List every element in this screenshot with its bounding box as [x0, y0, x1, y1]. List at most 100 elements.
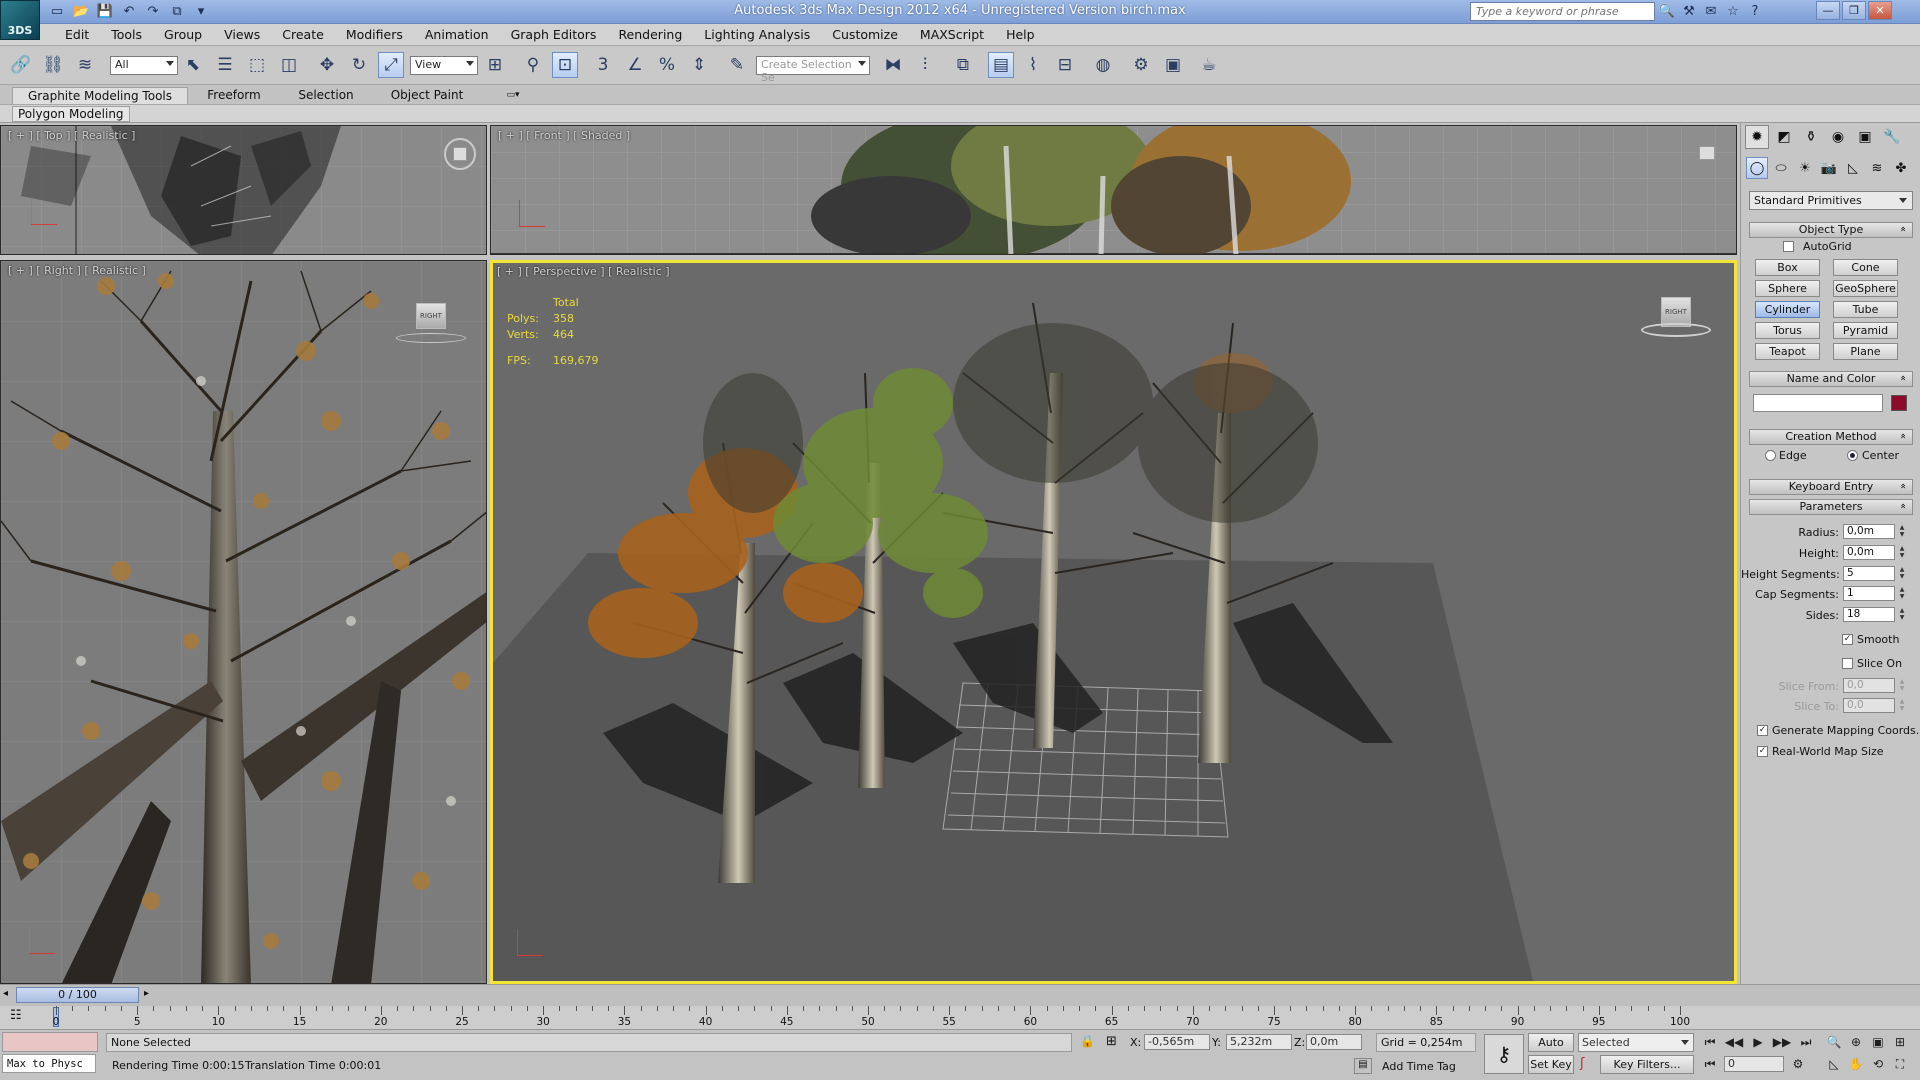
generate-mapping-checkbox[interactable]: ✓: [1757, 725, 1768, 736]
height-spinner[interactable]: ▲ ▼: [1898, 545, 1906, 560]
cone-button[interactable]: Cone: [1833, 259, 1898, 276]
default-in-out-tangent-icon[interactable]: ʃ: [1580, 1056, 1584, 1071]
curve-editor-icon[interactable]: ⌇: [1020, 52, 1046, 78]
window-crossing-icon[interactable]: ◫: [276, 52, 302, 78]
menu-animation[interactable]: Animation: [414, 27, 500, 43]
link-icon[interactable]: 🔗: [8, 52, 34, 78]
graphite-toggle-icon[interactable]: ▤: [988, 52, 1014, 78]
select-and-scale-icon[interactable]: ⤢: [378, 52, 404, 78]
viewport-top-label[interactable]: [ + ] [ Top ] [ Realistic ]: [8, 129, 135, 142]
align-icon[interactable]: ⫶: [912, 52, 938, 78]
systems-icon[interactable]: ✤: [1890, 157, 1912, 179]
new-file-icon[interactable]: ▭: [48, 2, 66, 20]
geometry-icon[interactable]: ◯: [1746, 157, 1768, 179]
object-color-swatch[interactable]: [1891, 395, 1907, 411]
current-frame-input[interactable]: 0: [1724, 1056, 1784, 1072]
height-segments-input[interactable]: 5: [1843, 566, 1895, 581]
menu-rendering[interactable]: Rendering: [607, 27, 693, 43]
communication-icon[interactable]: ✉: [1702, 2, 1720, 20]
set-key-button[interactable]: Set Key: [1528, 1055, 1574, 1074]
schematic-view-icon[interactable]: ⊟: [1052, 52, 1078, 78]
rectangular-selection-icon[interactable]: ⬚: [244, 52, 270, 78]
real-world-map-size-checkbox[interactable]: ✓: [1757, 746, 1768, 757]
motion-tab-icon[interactable]: ◉: [1826, 125, 1850, 149]
shapes-icon[interactable]: ⬭: [1770, 157, 1792, 179]
autogrid-checkbox[interactable]: [1783, 241, 1794, 252]
select-object-icon[interactable]: ⬉: [180, 52, 206, 78]
viewcube[interactable]: [1699, 146, 1715, 160]
help-icon[interactable]: ?: [1746, 2, 1764, 20]
zoom-icon[interactable]: 🔍: [1824, 1033, 1844, 1051]
next-frame-icon[interactable]: ▸: [144, 988, 149, 999]
sphere-button[interactable]: Sphere: [1755, 280, 1820, 297]
viewcube[interactable]: RIGHT: [416, 303, 446, 329]
plane-button[interactable]: Plane: [1833, 343, 1898, 360]
spinner-snap-icon[interactable]: ⇕: [686, 52, 712, 78]
viewport-right[interactable]: [ + ] [ Right ] [ Realistic ] RIGHT: [0, 260, 487, 984]
smooth-checkbox[interactable]: ✓: [1842, 634, 1853, 645]
lock-icon[interactable]: 🔒: [1080, 1034, 1095, 1048]
ribbon-options-icon[interactable]: ▭▾: [500, 87, 526, 104]
key-mode-dropdown[interactable]: Selected: [1578, 1033, 1694, 1052]
field-of-view-icon[interactable]: ◺: [1824, 1055, 1844, 1073]
select-and-move-icon[interactable]: ✥: [314, 52, 340, 78]
zoom-extents-all-icon[interactable]: ⊞: [1890, 1033, 1910, 1051]
select-by-name-icon[interactable]: ☰: [212, 52, 238, 78]
viewport-perspective[interactable]: [ + ] [ Perspective ] [ Realistic ] Tota…: [490, 260, 1737, 984]
chevron-down-icon[interactable]: ▾: [192, 2, 210, 20]
pan-view-icon[interactable]: ✋: [1846, 1055, 1866, 1073]
restore-button[interactable]: ❐: [1842, 1, 1866, 20]
keyboard-entry-rollout[interactable]: Keyboard Entry: [1749, 479, 1913, 495]
layer-manager-icon[interactable]: ⧉: [950, 52, 976, 78]
primitive-type-dropdown[interactable]: Standard Primitives: [1749, 191, 1913, 210]
select-manipulate-icon[interactable]: ⚲: [520, 52, 546, 78]
render-setup-icon[interactable]: ⚙: [1128, 52, 1154, 78]
star-icon[interactable]: ☆: [1724, 2, 1742, 20]
sides-spinner[interactable]: ▲ ▼: [1898, 607, 1906, 622]
close-button[interactable]: ✕: [1868, 1, 1892, 20]
radius-input[interactable]: 0,0m: [1843, 524, 1895, 539]
previous-frame-icon[interactable]: ◂: [3, 988, 8, 999]
edge-radio[interactable]: [1765, 450, 1776, 461]
percent-snap-icon[interactable]: %: [654, 52, 680, 78]
previous-key-icon[interactable]: ◀◀: [1724, 1033, 1744, 1051]
space-warps-icon[interactable]: ≋: [1866, 157, 1888, 179]
center-radio[interactable]: [1847, 450, 1858, 461]
sides-input[interactable]: 18: [1843, 607, 1895, 622]
x-coordinate-input[interactable]: -0,565m: [1144, 1034, 1210, 1050]
material-editor-icon[interactable]: ◍: [1090, 52, 1116, 78]
absolute-mode-icon[interactable]: ⊞: [1106, 1034, 1117, 1049]
helpers-icon[interactable]: ◺: [1842, 157, 1864, 179]
display-tab-icon[interactable]: ▣: [1853, 125, 1877, 149]
bind-space-warp-icon[interactable]: ≋: [72, 52, 98, 78]
object-name-input[interactable]: [1753, 394, 1883, 412]
maximize-viewport-icon[interactable]: ⛶: [1890, 1055, 1910, 1073]
utilities-tab-icon[interactable]: 🔧: [1880, 125, 1904, 149]
tab-freeform[interactable]: Freeform: [196, 87, 272, 104]
object-type-rollout[interactable]: Object Type: [1749, 222, 1913, 238]
go-to-start-icon[interactable]: ⏮: [1700, 1033, 1720, 1051]
name-and-color-rollout[interactable]: Name and Color: [1749, 371, 1913, 387]
height-segments-spinner[interactable]: ▲ ▼: [1898, 566, 1906, 581]
maxscript-listener-pink[interactable]: [2, 1032, 98, 1052]
menu-tools[interactable]: Tools: [100, 27, 153, 43]
polygon-modeling-panel[interactable]: Polygon Modeling: [12, 106, 130, 122]
menu-maxscript[interactable]: MAXScript: [909, 27, 995, 43]
zoom-extents-icon[interactable]: ▣: [1868, 1033, 1888, 1051]
minimize-button[interactable]: —: [1816, 1, 1840, 20]
menu-help[interactable]: Help: [995, 27, 1046, 43]
project-folder-icon[interactable]: ⧉: [168, 2, 186, 20]
maxscript-mini-listener[interactable]: Max to Physc: [2, 1054, 96, 1073]
subscription-icon[interactable]: ⚒: [1680, 2, 1698, 20]
render-production-icon[interactable]: ☕: [1196, 52, 1222, 78]
save-file-icon[interactable]: 💾: [96, 2, 114, 20]
cap-segments-input[interactable]: 1: [1843, 586, 1895, 601]
viewport-perspective-label[interactable]: [ + ] [ Perspective ] [ Realistic ]: [497, 265, 670, 278]
slice-from-input[interactable]: 0,0: [1843, 678, 1895, 693]
redo-icon[interactable]: ↷: [144, 2, 162, 20]
reference-coordinate-dropdown[interactable]: View: [410, 56, 478, 75]
binoculars-icon[interactable]: 🔍: [1658, 2, 1676, 20]
z-coordinate-input[interactable]: 0,0m: [1306, 1034, 1362, 1050]
y-coordinate-input[interactable]: 5,232m: [1226, 1034, 1292, 1050]
slice-to-input[interactable]: 0,0: [1843, 698, 1895, 713]
